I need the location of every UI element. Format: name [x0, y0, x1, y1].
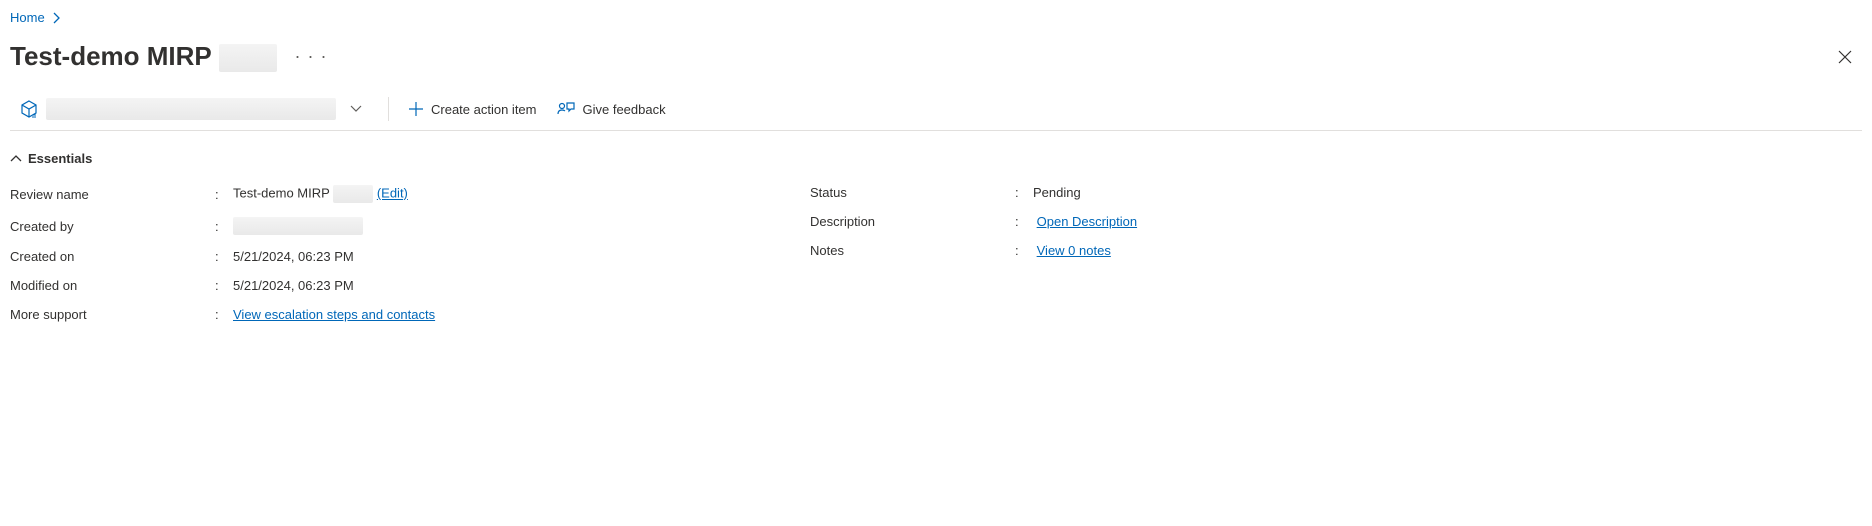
- colon: :: [1015, 185, 1033, 200]
- plus-icon: [409, 102, 423, 116]
- essentials-right-column: Status : Pending Description : Open Desc…: [810, 178, 1570, 329]
- close-icon: [1838, 50, 1852, 64]
- toolbar: Create action item Give feedback: [10, 88, 1862, 131]
- give-feedback-label: Give feedback: [583, 102, 666, 117]
- edit-link[interactable]: (Edit): [377, 186, 408, 201]
- redacted-dropdown-value: [46, 98, 336, 120]
- page-title-text: Test-demo MIRP: [10, 41, 211, 71]
- essentials-row-status: Status : Pending: [810, 178, 1570, 207]
- essentials-row-modified-on: Modified on : 5/21/2024, 06:23 PM: [10, 271, 770, 300]
- redacted-review-name-part: [333, 185, 373, 203]
- create-action-item-label: Create action item: [431, 102, 537, 117]
- colon: :: [1015, 243, 1033, 258]
- essentials-row-created-on: Created on : 5/21/2024, 06:23 PM: [10, 242, 770, 271]
- essentials-row-more-support: More support : View escalation steps and…: [10, 300, 770, 329]
- status-value: Pending: [1033, 185, 1081, 200]
- modified-on-label: Modified on: [10, 278, 215, 293]
- essentials-panel: Review name : Test-demo MIRP (Edit) Crea…: [10, 178, 1862, 329]
- essentials-title: Essentials: [28, 151, 92, 166]
- chevron-right-icon: [53, 12, 61, 24]
- essentials-row-description: Description : Open Description: [810, 207, 1570, 236]
- page-title: Test-demo MIRP: [10, 41, 277, 72]
- essentials-row-review-name: Review name : Test-demo MIRP (Edit): [10, 178, 770, 210]
- status-label: Status: [810, 185, 1015, 200]
- redacted-title-part: [219, 44, 277, 72]
- chevron-down-icon: [344, 105, 368, 113]
- created-by-value: [233, 217, 363, 235]
- notes-label: Notes: [810, 243, 1015, 258]
- colon: :: [215, 187, 233, 202]
- give-feedback-button[interactable]: Give feedback: [547, 95, 676, 123]
- colon: :: [215, 219, 233, 234]
- created-by-label: Created by: [10, 219, 215, 234]
- essentials-left-column: Review name : Test-demo MIRP (Edit) Crea…: [10, 178, 770, 329]
- review-name-value: Test-demo MIRP (Edit): [233, 185, 408, 203]
- page-header: Test-demo MIRP · · ·: [10, 33, 1862, 88]
- cube-icon: [20, 100, 38, 118]
- description-label: Description: [810, 214, 1015, 229]
- breadcrumb: Home: [10, 8, 1862, 33]
- resource-dropdown[interactable]: [10, 92, 378, 126]
- review-name-text: Test-demo MIRP: [233, 186, 330, 201]
- notes-link[interactable]: View 0 notes: [1037, 243, 1111, 258]
- essentials-row-created-by: Created by :: [10, 210, 770, 242]
- created-on-label: Created on: [10, 249, 215, 264]
- colon: :: [1015, 214, 1033, 229]
- redacted-created-by: [233, 217, 363, 235]
- feedback-icon: [557, 101, 575, 117]
- colon: :: [215, 307, 233, 322]
- more-support-label: More support: [10, 307, 215, 322]
- colon: :: [215, 278, 233, 293]
- modified-on-value: 5/21/2024, 06:23 PM: [233, 278, 354, 293]
- essentials-toggle[interactable]: Essentials: [10, 145, 1862, 178]
- breadcrumb-home-link[interactable]: Home: [10, 10, 45, 25]
- more-support-link[interactable]: View escalation steps and contacts: [233, 307, 435, 322]
- create-action-item-button[interactable]: Create action item: [399, 96, 547, 123]
- created-on-value: 5/21/2024, 06:23 PM: [233, 249, 354, 264]
- chevron-up-icon: [10, 155, 22, 163]
- close-button[interactable]: [1828, 44, 1862, 70]
- toolbar-separator: [388, 97, 389, 121]
- description-link[interactable]: Open Description: [1037, 214, 1137, 229]
- colon: :: [215, 249, 233, 264]
- review-name-label: Review name: [10, 187, 215, 202]
- more-menu-button[interactable]: · · ·: [287, 46, 336, 67]
- essentials-row-notes: Notes : View 0 notes: [810, 236, 1570, 265]
